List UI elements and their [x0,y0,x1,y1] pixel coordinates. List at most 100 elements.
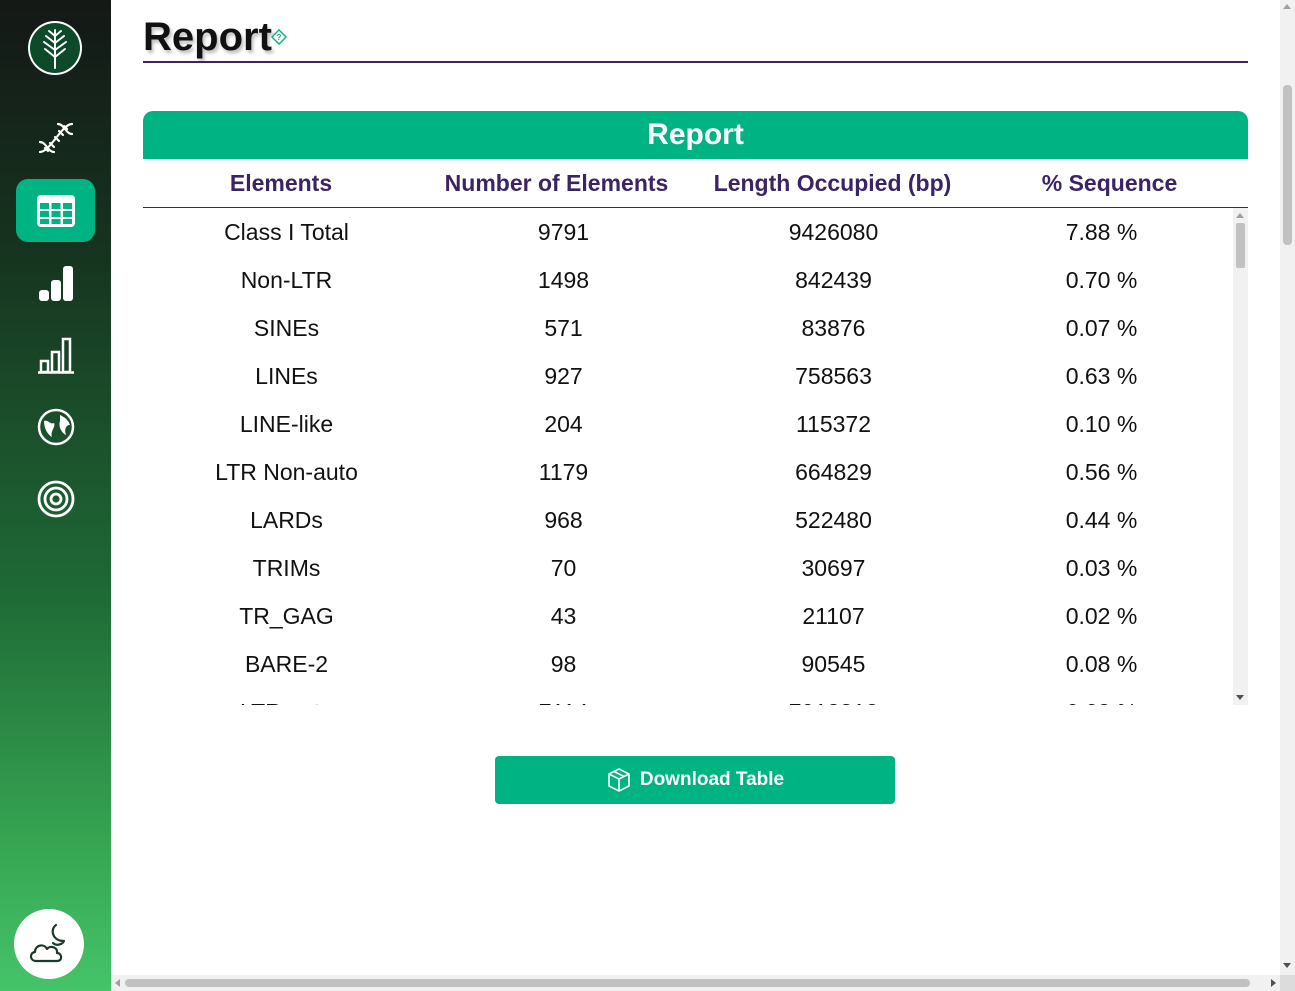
scrollbar-corner [1280,975,1295,991]
report-table: Report Elements Number of Elements Lengt… [143,111,1248,705]
cell-element: LTR Non-auto [215,459,358,485]
sidebar-item-globe[interactable] [16,395,95,458]
bar-chart-outline-icon [37,337,74,374]
cell-count: 43 [550,603,577,629]
title-divider [143,61,1248,63]
cell-element: BARE-2 [244,651,329,677]
report-table-header: Report [143,111,1248,159]
cell-length: 7918812 [697,688,970,705]
cloud-moon-icon [29,923,66,963]
cell-element: Non-LTR [240,267,333,293]
sidebar-item-stats[interactable] [16,323,95,386]
table-row: Non-LTR 1498 842439 0.70 % [143,256,1233,304]
cell-count: 98 [550,651,577,677]
cell-count: 1179 [538,459,589,485]
cell-element: TR_GAG [239,603,334,629]
cell-sequence: 0.07 % [1065,315,1138,341]
page-horizontal-thumb[interactable] [125,979,1250,987]
cell-length: 115372 [795,411,872,437]
sidebar-item-target[interactable] [16,467,95,530]
cell-count: 7114 [430,688,697,705]
cell-length: 664829 [795,459,872,485]
column-header-elements[interactable]: Elements [143,159,419,207]
download-button-label: Download Table [639,769,785,790]
table-row: LINEs 927 758563 0.63 % [143,352,1233,400]
page-title: Report [143,15,272,59]
table-row: LTR Non-auto 1179 664829 0.56 % [143,448,1233,496]
scroll-down-icon[interactable] [1236,695,1244,700]
cell-sequence: 6.62 % [970,688,1233,705]
table-row: LTR auto711479188126.62 % [143,688,1233,705]
table-icon [36,194,75,227]
cell-count: 968 [544,507,583,533]
column-headers: Elements Number of Elements Length Occup… [143,159,1248,208]
column-header-length[interactable]: Length Occupied (bp) [694,159,971,207]
table-row: SINEs 571 83876 0.07 % [143,304,1233,352]
column-header-number[interactable]: Number of Elements [419,159,694,207]
page-scroll-right-icon[interactable] [1271,979,1276,987]
cell-length: 842439 [795,267,872,293]
table-row: TR_GAG 43 21107 0.02 % [143,592,1233,640]
page-horizontal-scrollbar[interactable] [111,975,1280,991]
cell-element: TRIMs [252,555,321,581]
cell-length: 758563 [795,363,872,389]
sidebar-item-table[interactable] [16,179,95,242]
cell-element: Class I Total [224,219,349,245]
target-icon [37,480,74,517]
cell-sequence: 0.56 % [1065,459,1138,485]
sidebar-item-dna[interactable] [16,106,95,169]
cell-count: 9791 [537,219,590,245]
table-body[interactable]: Class I Total 9791 9426080 7.88 % Non-LTR 149… [143,208,1248,705]
sidebar [0,0,111,991]
cell-sequence: 0.70 % [1065,267,1138,293]
table-row: Class I Total 9791 9426080 7.88 % [143,208,1233,256]
svg-text:?: ? [277,33,282,42]
page-vertical-thumb[interactable] [1283,85,1292,245]
cell-count: 70 [550,555,577,581]
main-content: Report ? Report Elements Number of Eleme… [111,0,1280,975]
dna-icon [38,122,73,153]
column-header-sequence[interactable]: % Sequence [971,159,1248,207]
theme-toggle-button[interactable] [14,909,84,979]
table-scrollbar[interactable] [1233,208,1248,705]
cell-count: 571 [544,315,583,341]
scroll-up-icon[interactable] [1236,213,1244,218]
cell-element: SINEs [253,315,320,341]
table-row: LINE-like 204 115372 0.10 % [143,400,1233,448]
globe-icon [37,408,74,445]
cell-element: LINEs [255,363,318,389]
page-scroll-down-icon[interactable] [1283,963,1291,968]
page-vertical-scrollbar[interactable] [1280,0,1295,975]
box-icon [608,768,630,792]
cell-sequence: 0.63 % [1065,363,1138,389]
table-row: LARDs 968 522480 0.44 % [143,496,1233,544]
cell-count: 1498 [537,267,590,293]
cell-sequence: 0.02 % [1065,603,1138,629]
table-row: TRIMs 70 30697 0.03 % [143,544,1233,592]
cell-count: 204 [544,411,583,437]
cell-sequence: 0.08 % [1065,651,1138,677]
download-table-button[interactable]: Download Table [495,756,895,804]
cell-sequence: 0.44 % [1065,507,1138,533]
cell-sequence: 7.88 % [1065,219,1138,245]
help-icon[interactable]: ? [270,28,288,50]
cell-element: LINE-like [239,411,334,437]
table-row: BARE-2 98 90545 0.08 % [143,640,1233,688]
cell-length: 30697 [801,555,866,581]
cell-length: 522480 [795,507,872,533]
cell-length: 21107 [802,603,865,629]
cell-length: 90545 [801,651,866,677]
page-scroll-up-icon[interactable] [1283,4,1291,9]
cell-count: 927 [544,363,583,389]
leaf-logo-icon[interactable] [28,21,82,75]
cell-sequence: 0.03 % [1065,555,1138,581]
bar-chart-icon [38,265,73,301]
cell-sequence: 0.10 % [1065,411,1138,437]
page-scroll-left-icon[interactable] [115,979,120,987]
cell-element: LARDs [250,507,323,533]
cell-element: LTR auto [143,688,430,705]
cell-length: 83876 [801,315,866,341]
cell-length: 9426080 [788,219,879,245]
sidebar-item-bar-chart[interactable] [16,251,95,314]
table-scroll-thumb[interactable] [1236,223,1245,268]
